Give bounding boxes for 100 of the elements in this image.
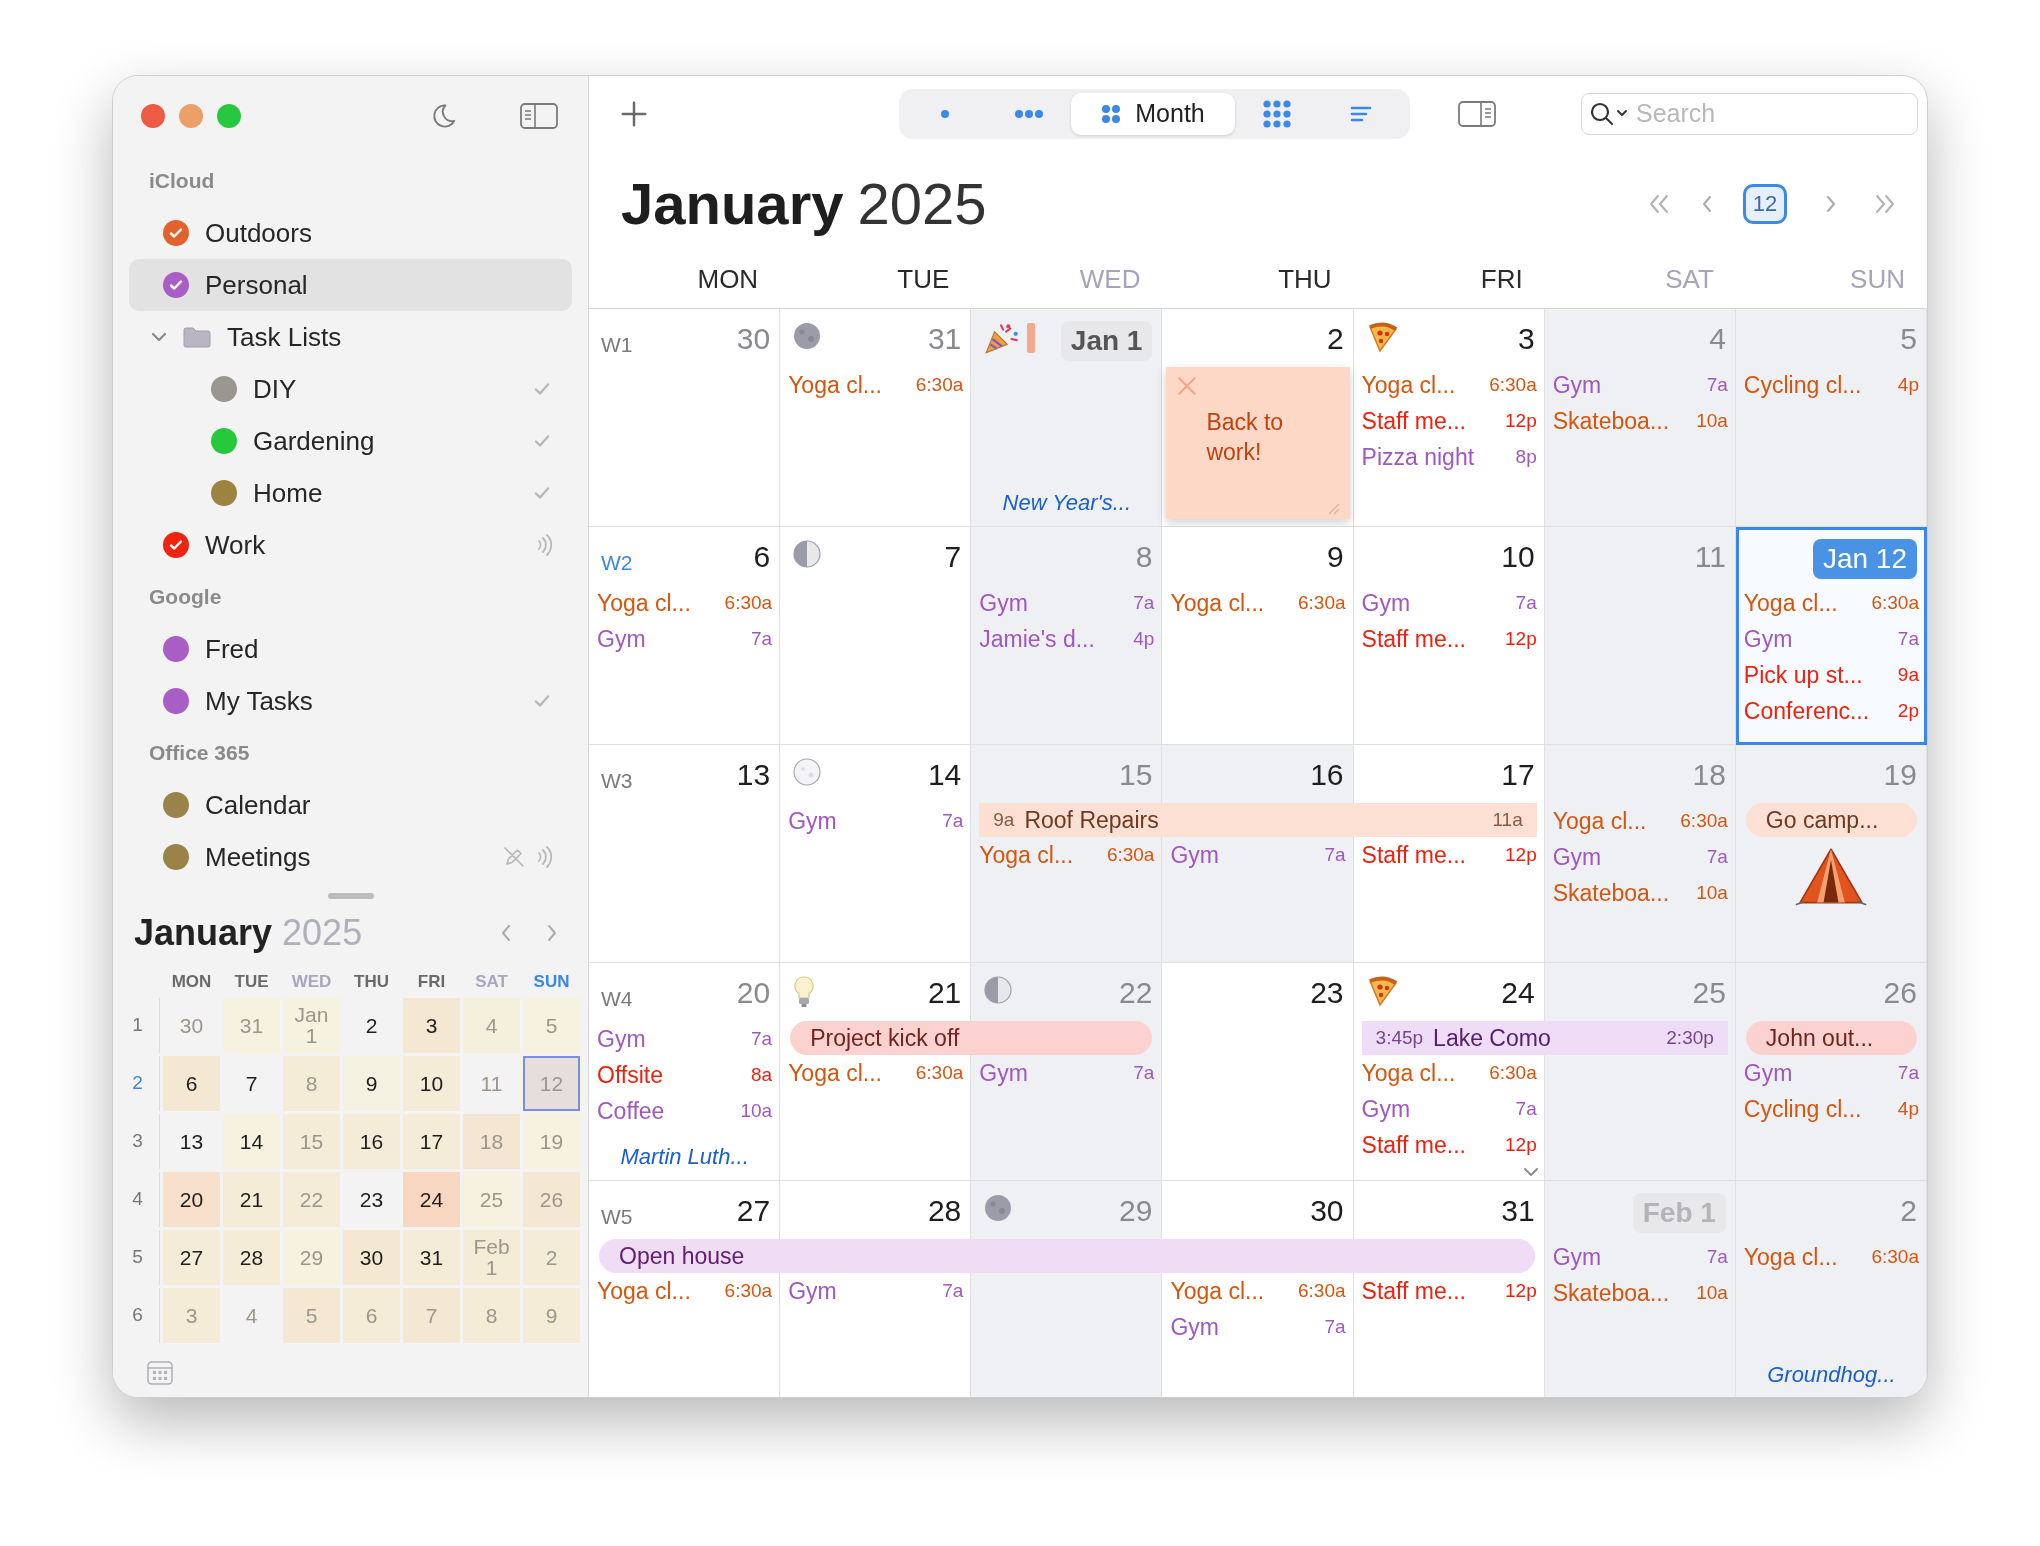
event-item[interactable]: Yoga cl... 6:30a [1353, 367, 1545, 403]
mini-day-cell[interactable]: 31 [403, 1229, 460, 1285]
mini-day-cell[interactable]: 24 [403, 1171, 460, 1227]
chevron-down-icon[interactable] [1522, 1167, 1539, 1177]
event-bar[interactable]: 3:45p Lake Como 2:30p [1361, 1021, 1728, 1055]
mini-day-cell[interactable]: Jan 1 [283, 997, 340, 1053]
mini-day-cell[interactable]: 5 [523, 997, 580, 1053]
event-bar[interactable]: John out... [1745, 1021, 1917, 1055]
event-item[interactable]: Gym 7a [971, 585, 1163, 621]
event-item[interactable]: Gym 7a [780, 803, 972, 839]
event-item[interactable]: Yoga cl... 6:30a [780, 367, 972, 403]
event-item[interactable]: Gym 7a [1735, 1055, 1927, 1091]
event-item[interactable]: Gym 7a [971, 1055, 1163, 1091]
resize-handle[interactable] [327, 893, 374, 899]
today-button[interactable]: 12 [1743, 183, 1787, 224]
event-bar[interactable]: 9a Roof Repairs 11a [979, 803, 1537, 837]
sticky-note[interactable]: Back to work! [1166, 367, 1350, 519]
event-item[interactable]: Skateboa... 10a [1544, 875, 1736, 911]
mini-day-cell[interactable]: 30 [163, 997, 220, 1053]
event-item[interactable]: Gym 7a [1353, 585, 1545, 621]
mini-day-cell[interactable]: 12 [523, 1055, 580, 1111]
event-bar[interactable]: Open house [599, 1239, 1535, 1273]
mini-day-cell[interactable]: 15 [283, 1113, 340, 1169]
event-item[interactable]: Gym 7a [1735, 621, 1927, 657]
chevron-right-icon[interactable] [546, 923, 558, 943]
mini-day-cell[interactable]: 16 [343, 1113, 400, 1169]
mini-day-cell[interactable]: 18 [463, 1113, 520, 1169]
mini-day-cell[interactable]: 25 [463, 1171, 520, 1227]
mini-day-cell[interactable]: 17 [403, 1113, 460, 1169]
event-item[interactable]: Yoga cl... 6:30a [1735, 1239, 1927, 1275]
sidebar-item[interactable]: Gardening [129, 415, 572, 467]
event-item[interactable]: Staff me... 12p [1353, 837, 1545, 873]
event-bar[interactable]: Project kick off [790, 1021, 1153, 1055]
sidebar-item[interactable]: Meetings [129, 831, 572, 883]
mini-day-cell[interactable]: 4 [463, 997, 520, 1053]
event-item[interactable]: Gym 7a [1544, 839, 1736, 875]
event-item[interactable]: Coffee 10a [589, 1093, 781, 1129]
event-item[interactable]: Staff me... 12p [1353, 621, 1545, 657]
event-item[interactable]: Yoga cl... 6:30a [1735, 585, 1927, 621]
mini-day-cell[interactable]: 14 [223, 1113, 280, 1169]
mini-day-cell[interactable]: 6 [343, 1287, 400, 1343]
event-item[interactable]: Staff me... 12p [1353, 403, 1545, 439]
event-item[interactable]: Cycling cl... 4p [1735, 367, 1927, 403]
mini-day-cell[interactable]: 19 [523, 1113, 580, 1169]
event-item[interactable]: Yoga cl... 6:30a [589, 1273, 781, 1309]
event-item[interactable]: Gym 7a [1162, 1309, 1354, 1345]
mini-day-cell[interactable]: 2 [343, 997, 400, 1053]
chevron-right-icon[interactable] [1825, 193, 1837, 214]
mini-day-cell[interactable]: 27 [163, 1229, 220, 1285]
mini-day-cell[interactable]: 9 [523, 1287, 580, 1343]
event-item[interactable]: Gym 7a [1353, 1091, 1545, 1127]
event-item[interactable]: Yoga cl... 6:30a [971, 837, 1163, 873]
sidebar-item[interactable]: DIY [129, 363, 572, 415]
event-item[interactable]: Staff me... 12p [1353, 1127, 1545, 1163]
mini-day-cell[interactable]: 4 [223, 1287, 280, 1343]
event-item[interactable]: Yoga cl... 6:30a [780, 1055, 972, 1091]
view-tab[interactable]: Month [1071, 92, 1235, 135]
event-item[interactable]: Yoga cl... 6:30a [589, 585, 781, 621]
event-item[interactable]: Conferenc... 2p [1735, 693, 1927, 729]
sidebar-item[interactable]: Home [129, 467, 572, 519]
mini-day-cell[interactable]: 9 [343, 1055, 400, 1111]
event-item[interactable]: Yoga cl... 6:30a [1353, 1055, 1545, 1091]
zoom-button[interactable] [217, 103, 241, 128]
event-item[interactable]: Gym 7a [780, 1273, 972, 1309]
mini-day-cell[interactable]: 3 [163, 1287, 220, 1343]
event-item[interactable]: Cycling cl... 4p [1735, 1091, 1927, 1127]
chevron-left-icon[interactable] [500, 923, 512, 943]
mini-day-cell[interactable]: Feb 1 [463, 1229, 520, 1285]
event-item[interactable]: Yoga cl... 6:30a [1162, 585, 1354, 621]
mini-day-cell[interactable]: 22 [283, 1171, 340, 1227]
sidebar-item[interactable]: Outdoors [129, 207, 572, 259]
event-item[interactable]: Yoga cl... 6:30a [1544, 803, 1736, 839]
mini-day-cell[interactable]: 5 [283, 1287, 340, 1343]
event-item[interactable]: Skateboa... 10a [1544, 403, 1736, 439]
mini-day-cell[interactable]: 13 [163, 1113, 220, 1169]
event-item[interactable]: Pizza night 8p [1353, 439, 1545, 475]
close-button[interactable] [141, 103, 165, 128]
mini-day-cell[interactable]: 8 [463, 1287, 520, 1343]
event-item[interactable]: Gym 7a [1544, 1239, 1736, 1275]
event-item[interactable]: Pick up st... 9a [1735, 657, 1927, 693]
event-bar[interactable]: Go camp... [1745, 803, 1917, 837]
mini-day-cell[interactable]: 3 [403, 997, 460, 1053]
double-chevron-left-icon[interactable] [1647, 192, 1671, 215]
mini-day-cell[interactable]: 10 [403, 1055, 460, 1111]
mini-day-cell[interactable]: 11 [463, 1055, 520, 1111]
search-field[interactable]: Search [1581, 92, 1918, 135]
inspector-toggle-icon[interactable] [1458, 100, 1496, 127]
mini-day-cell[interactable]: 31 [223, 997, 280, 1053]
event-item[interactable]: Offsite 8a [589, 1057, 781, 1093]
event-item[interactable]: Yoga cl... 6:30a [1162, 1273, 1354, 1309]
mini-day-cell[interactable]: 20 [163, 1171, 220, 1227]
mini-day-cell[interactable]: 2 [523, 1229, 580, 1285]
minimize-button[interactable] [179, 103, 203, 128]
chevron-left-icon[interactable] [1701, 193, 1713, 214]
mini-day-cell[interactable]: 29 [283, 1229, 340, 1285]
event-item[interactable]: Staff me... 12p [1353, 1273, 1545, 1309]
event-item[interactable]: Gym 7a [1162, 837, 1354, 873]
double-chevron-right-icon[interactable] [1873, 192, 1897, 215]
mini-day-cell[interactable]: 7 [403, 1287, 460, 1343]
sidebar-toggle-icon[interactable] [520, 102, 558, 129]
